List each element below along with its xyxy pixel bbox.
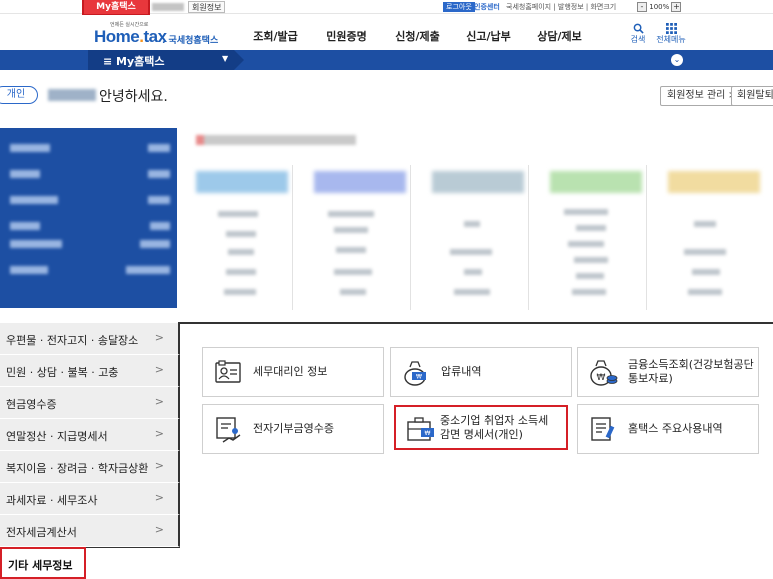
- logo-wordmark: Home.tax: [94, 27, 167, 46]
- withdraw-button[interactable]: 회원탈퇴: [731, 86, 773, 106]
- blurred-dashboard-column: [306, 165, 411, 310]
- card-financial-income[interactable]: ₩ 금융소득조회(건강보험공단 통보자료): [577, 347, 759, 397]
- blurred-dashboard: [180, 125, 773, 310]
- logo-subtitle: . 국세청홈택스: [162, 36, 219, 46]
- chevron-right-icon: >: [154, 395, 164, 408]
- chevron-right-icon: >: [154, 459, 164, 472]
- blurred-dashboard-column: [660, 165, 765, 310]
- member-info-link[interactable]: 회원정보: [188, 1, 226, 13]
- gnb-application-submit[interactable]: 신청/제출: [382, 28, 453, 44]
- zoom-out-button[interactable]: -: [637, 2, 647, 12]
- zoom-value: 100%: [649, 3, 670, 11]
- cert-center-link[interactable]: 인증센터: [471, 2, 503, 12]
- gnb-consult-report[interactable]: 상담/제보: [524, 28, 595, 44]
- svg-text:₩: ₩: [416, 374, 422, 381]
- caret-down-icon[interactable]: ▼: [222, 54, 228, 63]
- blurred-user-name: [48, 89, 96, 101]
- card-label: 전자기부금영수증: [253, 422, 334, 435]
- card-label-line2: 통보자료): [628, 372, 673, 385]
- gnb-civil-certificate[interactable]: 민원증명: [311, 28, 382, 44]
- blurred-user-name: [152, 3, 184, 11]
- side-item-welfare-incentive[interactable]: 복지이음 · 장려금 · 학자금상환 >: [0, 451, 180, 483]
- card-label: 세무대리인 정보: [253, 365, 328, 378]
- svg-text:₩: ₩: [425, 430, 431, 437]
- search-icon: [633, 23, 644, 34]
- gnb-report-payment[interactable]: 신고/납부: [453, 28, 524, 44]
- donation-receipt-icon: [216, 417, 241, 443]
- chevron-right-icon: >: [154, 427, 164, 440]
- card-label: 금융소득조회(건강보험공단: [628, 358, 754, 371]
- chevron-right-icon: >: [154, 363, 164, 376]
- main-header: 언제든 실시간으로 Home.tax . 국세청홈택스 조회/발급 민원증명 신…: [0, 15, 773, 50]
- expand-circle-icon[interactable]: ⌄: [671, 54, 683, 66]
- blurred-dashboard-column: [424, 165, 529, 310]
- card-seizure-history[interactable]: ₩ 압류내역: [390, 347, 572, 397]
- personal-badge: 개인: [0, 86, 38, 104]
- briefcase-won-icon: ₩: [407, 417, 434, 441]
- side-item-year-end-settlement[interactable]: 연말정산 · 지급명세서 >: [0, 419, 180, 451]
- top-utility-bar: My홈택스 회원정보 로그아웃 인증센터 국세청홈페이지 | 발행정보 | 화면…: [0, 0, 773, 16]
- grid-menu-icon: [665, 23, 677, 34]
- person-card-icon: [215, 360, 241, 383]
- all-menu-button[interactable]: 전체메뉴: [655, 23, 687, 45]
- document-pen-icon: [591, 417, 615, 441]
- card-label: 중소기업 취업자 소득세: [440, 414, 549, 427]
- card-hometax-usage-history[interactable]: 홈택스 주요사용내역: [577, 404, 759, 454]
- card-sme-tax-reduction[interactable]: ₩ 중소기업 취업자 소득세 감면 명세서(개인): [394, 405, 568, 450]
- money-bag-seizure-icon: ₩: [404, 361, 426, 386]
- card-tax-agent-info[interactable]: 세무대리인 정보: [202, 347, 384, 397]
- my-hometax-nav-bar: ≡ My홈택스 ▼ ⌄: [0, 50, 773, 70]
- my-hometax-top-tab[interactable]: My홈택스: [82, 0, 150, 16]
- zoom-control: - 100% +: [637, 2, 682, 12]
- hometax-logo[interactable]: 언제든 실시간으로 Home.tax . 국세청홈택스: [94, 21, 218, 47]
- side-item-other-tax-info[interactable]: 기타 세무정보: [0, 547, 86, 579]
- side-item-cash-receipt[interactable]: 현금영수증 >: [0, 387, 180, 419]
- svg-text:₩: ₩: [597, 373, 606, 383]
- blurred-dashboard-column: [542, 165, 647, 310]
- side-menu: 우편물 · 전자고지 · 송달장소 > 민원 · 상담 · 불복 · 고충 > …: [0, 323, 180, 547]
- blurred-dashboard-column: [188, 165, 293, 310]
- chevron-right-icon: >: [154, 523, 164, 536]
- card-label: 홈택스 주요사용내역: [628, 422, 723, 435]
- card-label-line2: 감면 명세서(개인): [440, 428, 523, 441]
- card-e-donation-receipt[interactable]: 전자기부금영수증: [202, 404, 384, 454]
- side-menu-bottom-line: [86, 547, 180, 548]
- side-item-tax-audit[interactable]: 과세자료 · 세무조사 >: [0, 483, 180, 515]
- side-item-civil-consult[interactable]: 민원 · 상담 · 불복 · 고충 >: [0, 355, 180, 387]
- section-divider: [178, 322, 773, 324]
- utility-links[interactable]: 국세청홈페이지 | 발행정보 | 화면크기: [506, 2, 616, 12]
- chevron-right-icon: >: [154, 331, 164, 344]
- side-item-e-tax-invoice[interactable]: 전자세금계산서 >: [0, 515, 180, 547]
- search-button[interactable]: 검색: [627, 23, 649, 45]
- chevron-right-icon: >: [154, 491, 164, 504]
- side-item-mail-notice[interactable]: 우편물 · 전자고지 · 송달장소 >: [0, 323, 180, 355]
- greeting-text: 안녕하세요.: [99, 89, 168, 105]
- card-label: 압류내역: [441, 365, 482, 378]
- gnb-inquiry-issue[interactable]: 조회/발급: [240, 28, 311, 44]
- blurred-dashboard-title: [196, 135, 356, 145]
- blurred-summary-panel: [0, 128, 177, 308]
- nav-bar-title[interactable]: ≡ My홈택스: [103, 53, 165, 69]
- zoom-in-button[interactable]: +: [671, 2, 682, 12]
- money-bag-coin-icon: ₩: [590, 360, 618, 386]
- logout-button[interactable]: 로그아웃: [443, 2, 475, 12]
- global-nav: 조회/발급 민원증명 신청/제출 신고/납부 상담/제보: [240, 28, 595, 44]
